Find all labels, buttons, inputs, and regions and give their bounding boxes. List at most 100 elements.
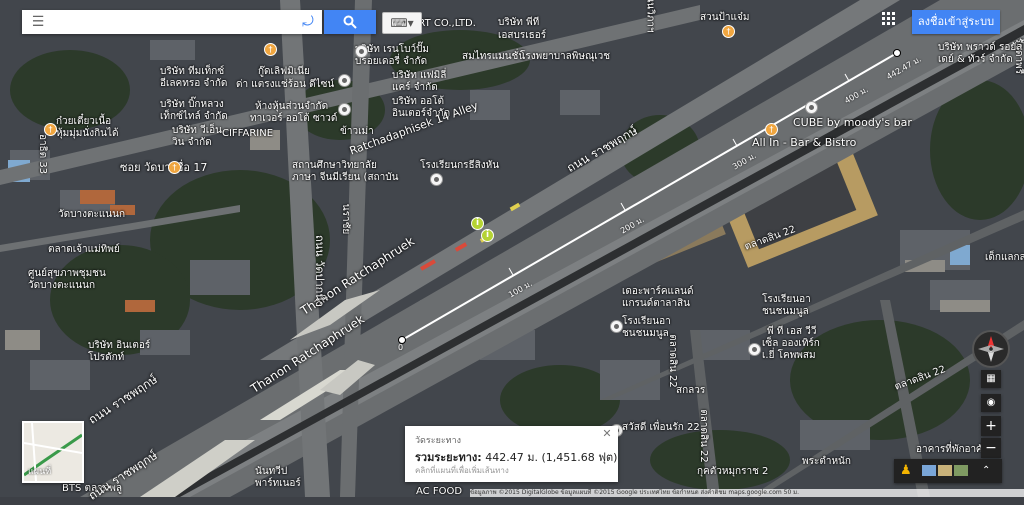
map-label: ด่า แตรงแช่ร้อน ดีไซน์ bbox=[236, 79, 335, 90]
map-label: เ.ยี่ โคพพสม bbox=[762, 350, 816, 361]
map-label: พาร์ทเนอร์ bbox=[255, 478, 301, 489]
map-label: บรอยเดอรี่ จำกัด bbox=[355, 56, 428, 67]
photo-thumb[interactable] bbox=[954, 465, 968, 476]
search-icon bbox=[343, 15, 357, 29]
map-label: ก๋วยเตี๋ยวเนื้อ bbox=[56, 116, 112, 127]
map-label: ข้าวเม่า bbox=[340, 126, 374, 137]
attribution-footer: ข้อมูลภาพ ©2015 DigitalGlobe ข้อมูลแผนที… bbox=[470, 489, 1024, 497]
map-type-thumbnail[interactable]: แผนที่ bbox=[22, 421, 84, 483]
map-label: บริษัท พีที bbox=[498, 17, 540, 28]
map-label: กุคตัวหมุกราช 2 bbox=[697, 466, 769, 477]
map-label: ห้างหุ้นส่วนจำกัด bbox=[255, 101, 329, 112]
my-location-button[interactable]: ◉ bbox=[981, 394, 1001, 412]
map-label: เด็กแลกสง bbox=[985, 252, 1024, 263]
keyboard-button[interactable]: ⌨▾ bbox=[382, 12, 422, 34]
search-box: ☰ ⤾ bbox=[22, 10, 322, 34]
school-pin-icon[interactable] bbox=[610, 320, 623, 333]
map-label: ศูนย์สุขภาพชุมชน bbox=[28, 268, 106, 279]
map-label: พี ที เอส วีวี bbox=[767, 326, 817, 337]
place-pin-icon[interactable] bbox=[338, 103, 351, 116]
map-label: สวัสดี เพื่อนรัก 22 bbox=[622, 422, 700, 433]
map-label: เดอะพาร์คแลนด์ bbox=[622, 286, 694, 297]
photo-thumb[interactable] bbox=[938, 465, 952, 476]
map-label: บริษัท ออโต้ bbox=[392, 96, 444, 107]
pegman-icon[interactable]: ♟ bbox=[900, 463, 912, 479]
place-pin-icon[interactable] bbox=[338, 74, 351, 87]
map-label: โปรดักท์ bbox=[88, 352, 125, 363]
map-label: พระตำหนัก bbox=[802, 456, 851, 467]
place-pin-icon[interactable] bbox=[355, 45, 368, 58]
map-label: โรงเรียนอา bbox=[762, 294, 811, 305]
close-icon[interactable]: ✕ bbox=[601, 428, 613, 440]
map-label: โรงเรียนอา bbox=[622, 316, 671, 327]
restaurant-pin-icon[interactable] bbox=[168, 161, 181, 174]
map-label: ถนนวิภาฯ bbox=[644, 0, 656, 33]
map-label: สมไทรแมนชั่น bbox=[462, 51, 526, 62]
map-label: นราชัย bbox=[340, 203, 352, 235]
measure-distance-card: วัดระยะทาง รวมระยะทาง: 442.47 ม. (1,451.… bbox=[405, 426, 618, 482]
place-pin-icon[interactable] bbox=[748, 343, 761, 356]
directions-icon[interactable]: ⤾ bbox=[296, 10, 320, 34]
map-label: โรงเรียนกรธีสิงหัน bbox=[420, 160, 500, 171]
map-label: อีเลคทรอ จำกัด bbox=[160, 78, 228, 89]
satellite-map[interactable] bbox=[0, 0, 1024, 497]
bar-pin-icon[interactable] bbox=[805, 101, 818, 114]
measure-tick-label: 0 bbox=[398, 343, 404, 352]
expand-icon[interactable]: ⌃ bbox=[982, 462, 990, 480]
measure-title: วัดระยะทาง bbox=[415, 436, 462, 446]
search-button[interactable] bbox=[324, 10, 376, 34]
map-label: ทาเวอร์ ออโต้ ซาวด์ bbox=[250, 113, 338, 124]
bts-station-icon[interactable]: i bbox=[481, 229, 494, 242]
map-label: อาคารที่พักอาศัย bbox=[916, 444, 989, 455]
location-icon: ◉ bbox=[986, 397, 996, 408]
map-label: ตลาดสิน 22 bbox=[697, 409, 709, 463]
map-label: ชนชนมนูล bbox=[622, 328, 669, 339]
tilt-button[interactable]: ▦ bbox=[981, 370, 1001, 388]
map-label: CIFFARINE bbox=[222, 128, 274, 139]
map-label: เอสบรเธอร์ bbox=[498, 30, 547, 41]
restaurant-pin-icon[interactable] bbox=[722, 25, 735, 38]
map-label: บริษัท วีเอ็น bbox=[172, 125, 222, 136]
thumbnail-label: แผนที่ bbox=[28, 467, 52, 477]
road-label: ถนน วัดปากน้ำ bbox=[313, 235, 326, 308]
map-label: บริษัท แฟมิลี่ bbox=[392, 70, 447, 81]
map-label: เท็กซ์ไทล์ จำกัด bbox=[160, 111, 228, 122]
map-label: โรงพยาบาลพิษณุเวช bbox=[520, 51, 611, 62]
map-label: เซ็ล อองเทิร์ก bbox=[762, 338, 820, 349]
map-label: ชนชนมนูล bbox=[762, 306, 809, 317]
menu-icon[interactable]: ☰ bbox=[26, 10, 50, 34]
search-input[interactable] bbox=[52, 12, 291, 34]
map-label: ภาษา จีนมีเรียน (สถาบัน bbox=[292, 172, 399, 183]
map-label: All In - Bar & Bistro bbox=[752, 136, 857, 149]
measure-hint: คลิกที่แผนที่เพื่อเพิ่มเส้นทาง bbox=[415, 466, 509, 475]
map-label: บริษัท บิ๊กหลวง bbox=[160, 99, 224, 110]
grid-icon: ▦ bbox=[986, 373, 996, 384]
bts-station-icon[interactable]: i bbox=[471, 217, 484, 230]
map-label: วิน จำกัด bbox=[172, 137, 212, 148]
map-label: อาธิต 33 bbox=[37, 133, 49, 175]
school-pin-icon[interactable] bbox=[430, 173, 443, 186]
map-label: หุ้มมุ่มนั่งกินได้ bbox=[56, 128, 119, 139]
map-label: แกรนด์ตาลาสิน bbox=[622, 298, 690, 309]
map-label: บริษัท ทีมเท็กซ์ bbox=[160, 66, 225, 77]
imagery-strip: ♟ ⌃ bbox=[894, 459, 1002, 483]
map-label: บริษัท พราวด์ รอยัล bbox=[938, 42, 1023, 53]
apps-grid-icon[interactable] bbox=[880, 12, 898, 30]
zoom-in-button[interactable]: + bbox=[981, 416, 1001, 436]
restaurant-pin-icon[interactable] bbox=[44, 123, 57, 136]
map-label: ตลาดเจ้าแม่ทิพย์ bbox=[48, 244, 120, 255]
restaurant-pin-icon[interactable] bbox=[765, 123, 778, 136]
photo-thumb[interactable] bbox=[922, 465, 936, 476]
map-label: วัดบางตะแนนก bbox=[28, 280, 95, 291]
zoom-out-button[interactable]: − bbox=[981, 438, 1001, 458]
map-label: วัดบางตะแนนก bbox=[58, 209, 125, 220]
signin-button[interactable]: ลงชื่อเข้าสู่ระบบ bbox=[912, 10, 1000, 34]
measure-total-label: รวมระยะทาง: bbox=[415, 451, 482, 464]
map-label: นันทวีป bbox=[255, 466, 288, 477]
compass-icon[interactable] bbox=[972, 330, 1010, 368]
map-label: สกลวร bbox=[676, 385, 706, 396]
restaurant-pin-icon[interactable] bbox=[264, 43, 277, 56]
street-label: ซอย วัดบางซื่อ 17 bbox=[120, 161, 208, 174]
map-label: สวนป้าแจ๋ม bbox=[700, 12, 750, 23]
map-label: แคร์ จำกัด bbox=[392, 82, 438, 93]
